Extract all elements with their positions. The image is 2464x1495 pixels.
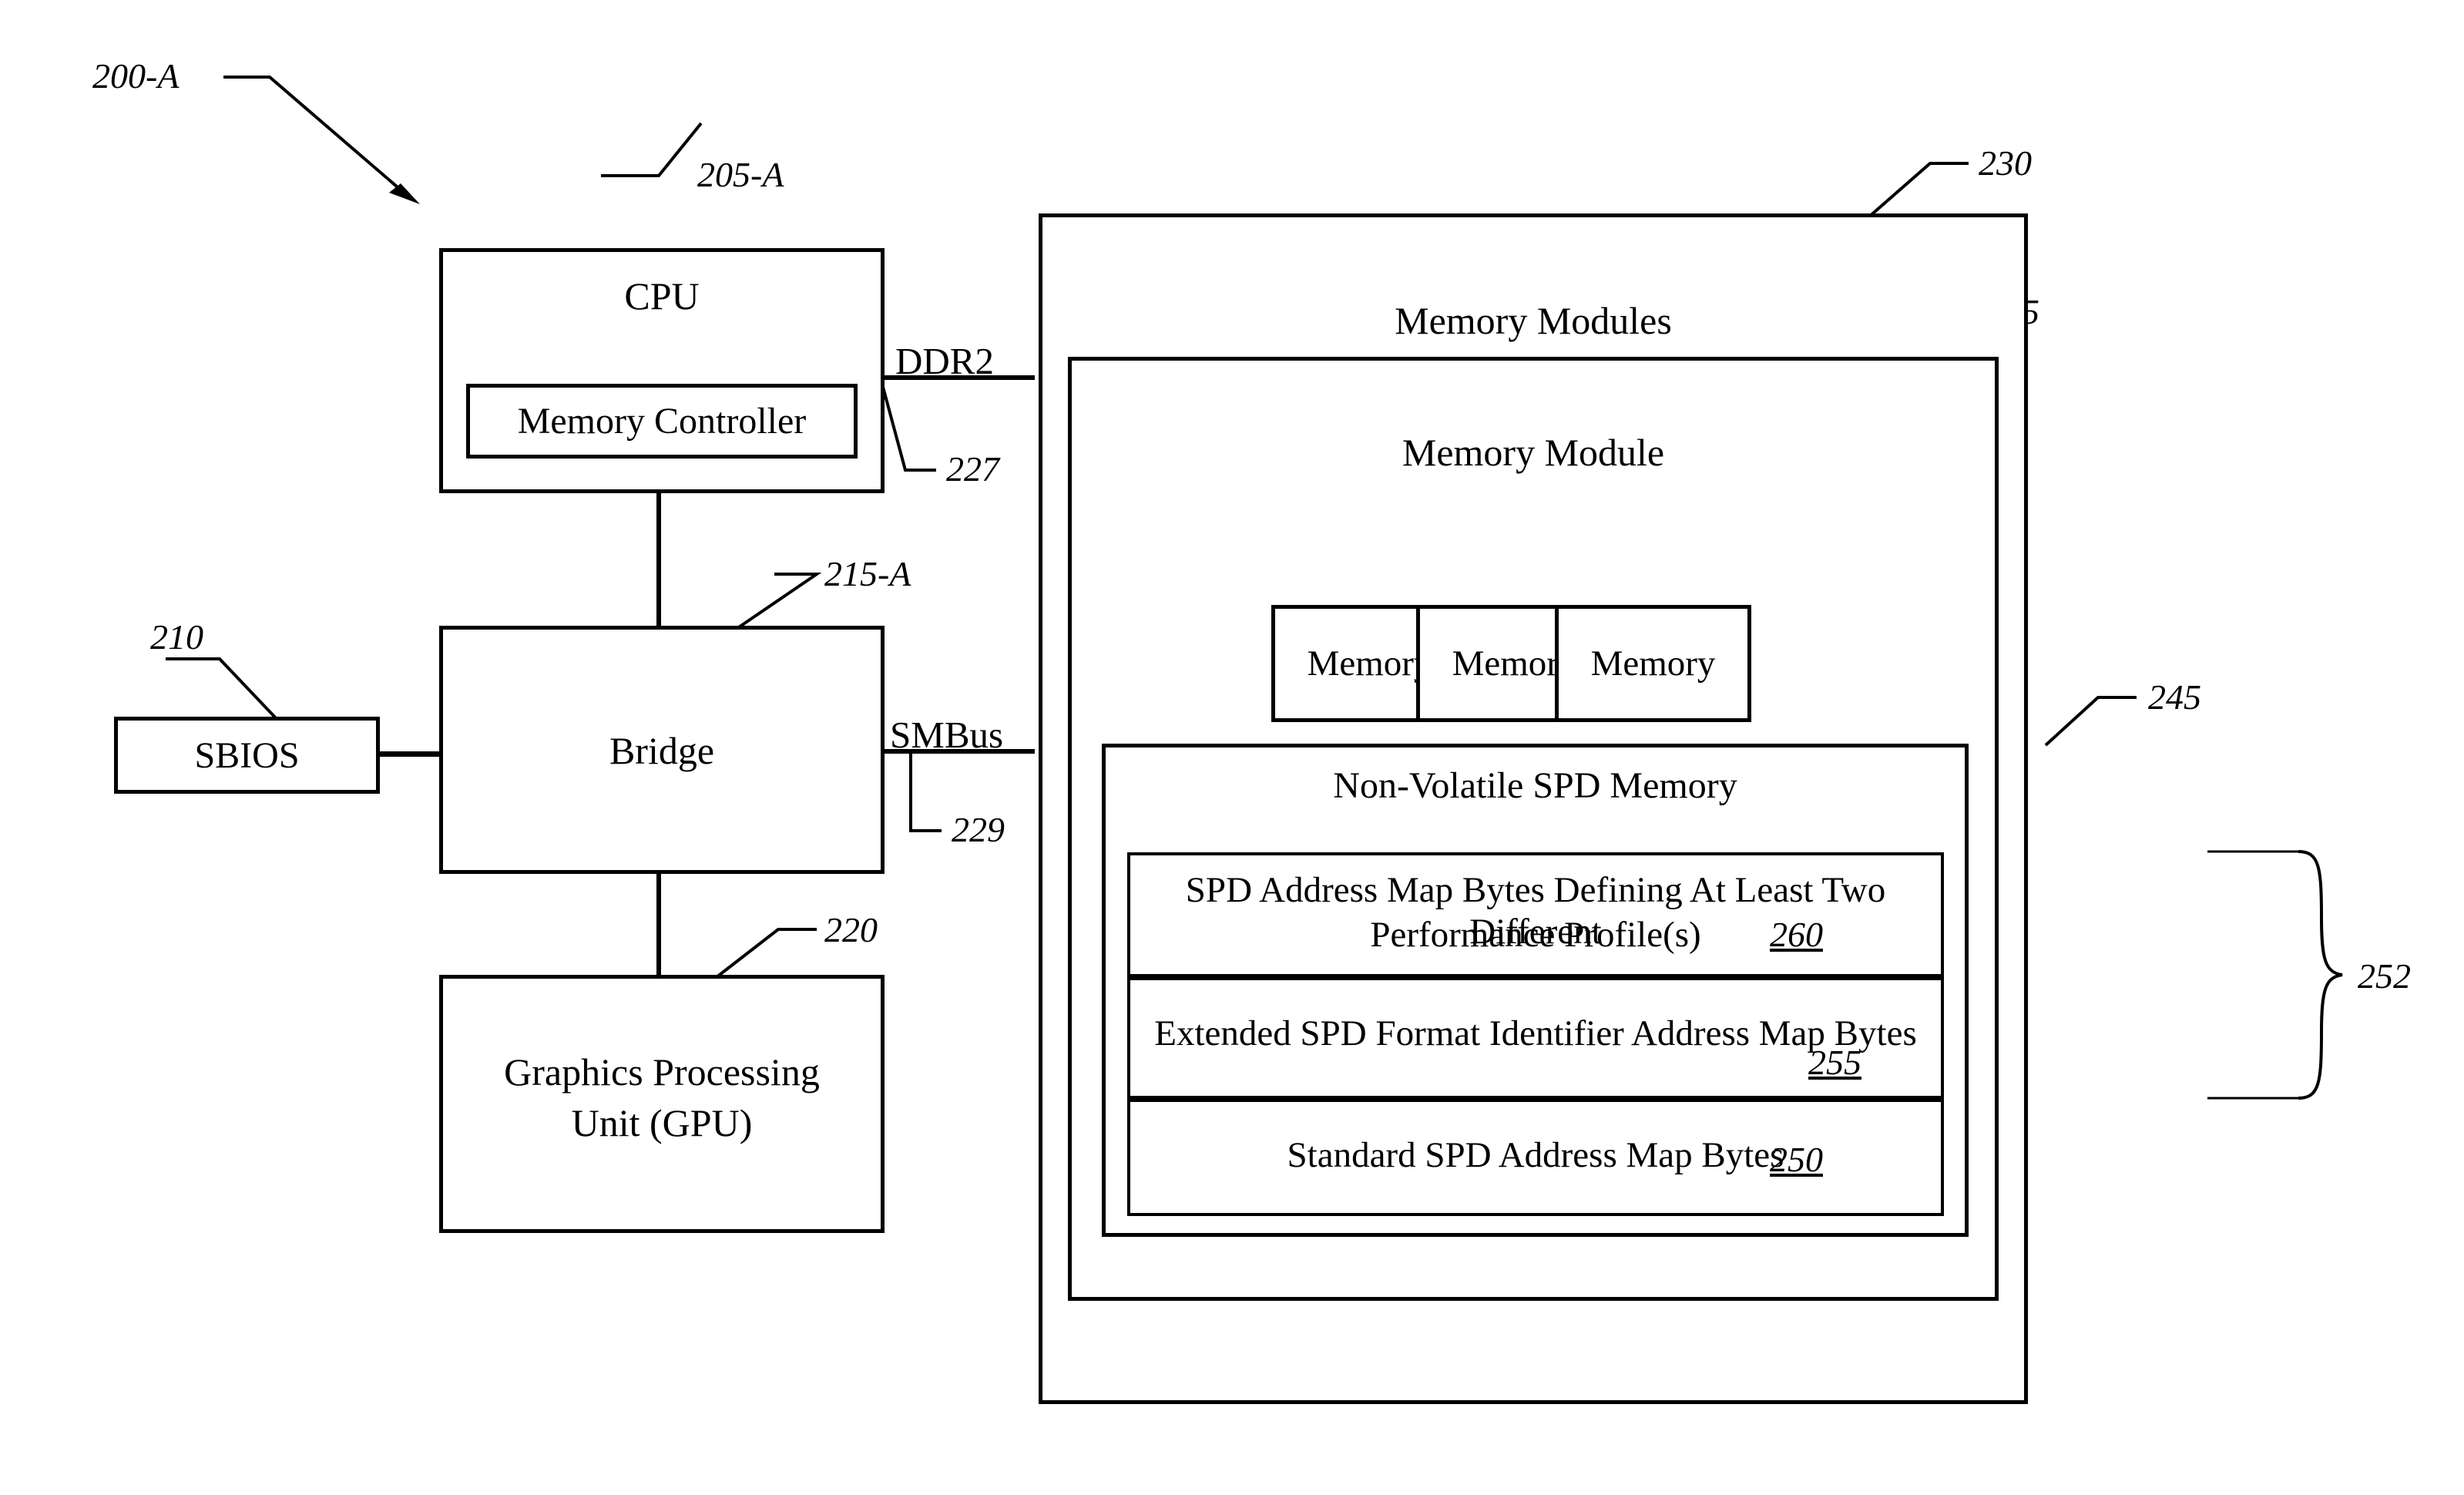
ref-210: 210 [150,617,203,657]
ref-229: 229 [952,810,1005,849]
ref-227: 227 [946,449,999,489]
connector-bridge-gpu [656,869,661,977]
leader-205A [601,122,703,177]
ref-215A: 215-A [824,554,911,593]
memory-controller-label: Memory Controller [517,401,807,442]
spd-row-250[interactable]: Standard SPD Address Map Bytes 250 [1127,1099,1944,1216]
ref-230: 230 [1979,143,2032,183]
leader-245 [2044,696,2137,747]
arrowhead-200A [389,183,420,204]
sbios-label: SBIOS [194,735,300,776]
ref-245: 245 [2148,677,2201,717]
gpu-block[interactable]: Graphics Processing Unit (GPU) [439,975,885,1233]
connector-cpu-bridge [656,492,661,630]
memory-chip-3[interactable]: Memory [1555,605,1751,722]
ref-220: 220 [824,910,878,949]
ref-252: 252 [2358,956,2411,996]
bus-label-ddr2: DDR2 [895,340,994,382]
memory-modules-label: Memory Modules [1395,299,1672,342]
bridge-block[interactable]: Bridge [439,626,885,874]
bridge-label: Bridge [609,729,715,772]
memory-chip-label-3: Memory [1590,643,1716,684]
leader-200A [223,76,410,198]
leader-229 [909,749,942,832]
brace-252 [2298,850,2343,1100]
patent-figure-canvas: 200-A 205-A 225 227 210 215-A 229 220 23… [0,0,2464,1495]
bus-label-smbus: SMBus [890,714,1004,756]
spd-row-260[interactable]: SPD Address Map Bytes Defining At Least … [1127,852,1944,977]
ref-205A: 205-A [697,155,784,194]
leader-227 [877,369,936,472]
memory-controller-block[interactable]: Memory Controller [466,384,858,459]
leader-220 [715,928,817,979]
memory-module-label: Memory Module [1402,431,1665,474]
leader-215A [730,573,822,633]
leader-230 [1867,162,1969,219]
connector-sbios-bridge [377,751,442,757]
spd-row-255[interactable]: Extended SPD Format Identifier Address M… [1127,977,1944,1099]
spd-memory-label: Non-Volatile SPD Memory [1333,765,1737,806]
spd-row-250-ref: 250 [1770,1140,1823,1179]
cpu-label: CPU [624,274,700,317]
spd-row-255-ref: 255 [1808,1043,1861,1082]
sbios-block[interactable]: SBIOS [114,717,380,794]
gpu-label-line2: Unit (GPU) [571,1101,753,1144]
spd-row-260-ref: 260 [1770,915,1823,954]
gpu-label-line1: Graphics Processing [504,1050,820,1094]
ref-200A: 200-A [92,56,180,96]
